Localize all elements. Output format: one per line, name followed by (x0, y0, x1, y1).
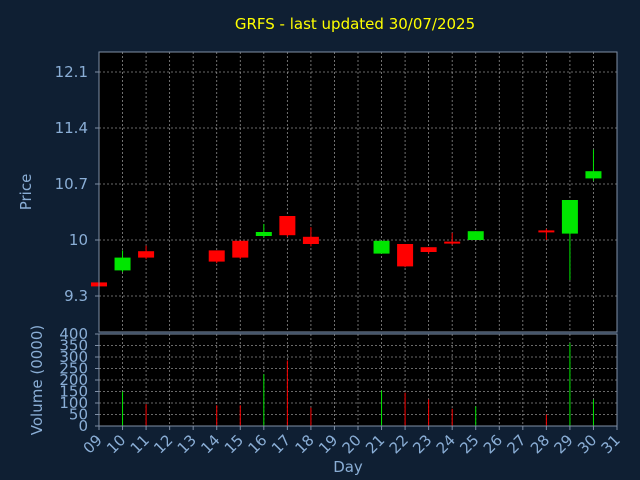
candle-body (279, 216, 296, 236)
volume-axis-label: Volume (0000) (28, 325, 46, 435)
candle-body (208, 250, 225, 262)
price-tick-label: 10 (69, 231, 88, 249)
candle-body (585, 171, 602, 179)
candle-body (444, 241, 461, 244)
candle-body (420, 247, 437, 252)
chart-root: GRFS - last updated 30/07/2025 9.3 10 10.7… (0, 0, 640, 480)
candle-body (538, 230, 555, 233)
candle-body (373, 240, 390, 254)
candle-body (138, 251, 155, 258)
candle-body (114, 257, 131, 271)
price-tick-label: 10.7 (55, 175, 88, 193)
price-tick-label: 11.4 (55, 119, 88, 137)
candle-body (467, 231, 484, 240)
candle-body (302, 236, 319, 244)
price-tick-label: 9.3 (64, 287, 88, 305)
price-axis-label: Price (17, 174, 35, 211)
candle-body (397, 244, 414, 267)
candle-body (255, 232, 272, 236)
volume-tick-label: 400 (59, 325, 88, 343)
stock-chart: GRFS - last updated 30/07/2025 9.3 10 10.7… (0, 0, 640, 480)
chart-title: GRFS - last updated 30/07/2025 (235, 15, 475, 33)
candle-body (232, 240, 249, 258)
price-tick-label: 12.1 (55, 63, 88, 81)
x-axis-label: Day (333, 458, 363, 476)
candle-body (561, 200, 578, 234)
